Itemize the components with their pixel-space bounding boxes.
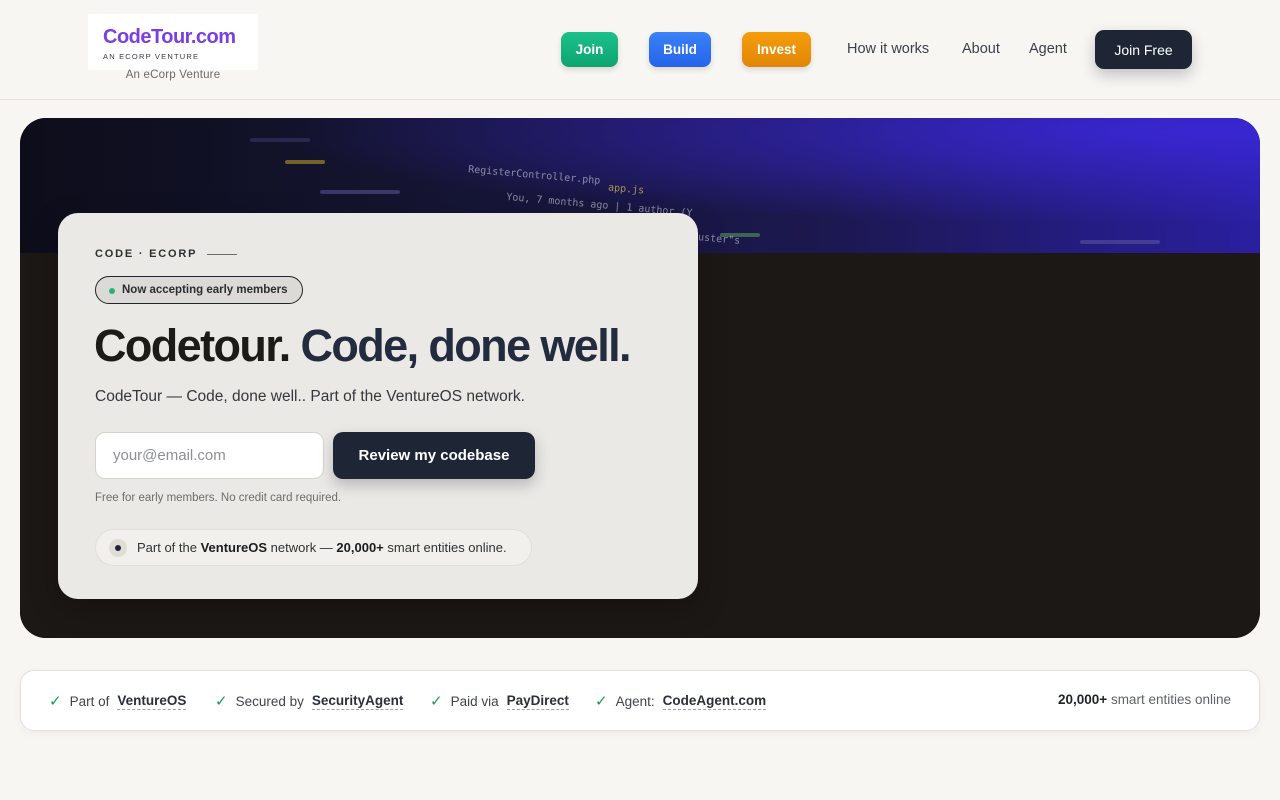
status-badge-label: Now accepting early members — [122, 284, 288, 296]
network-brand: VentureOS — [200, 540, 268, 555]
trust-item: ✓ Secured by SecurityAgent — [215, 692, 404, 710]
build-button[interactable]: Build — [649, 32, 711, 67]
logo-wordmark: CodeTour.com — [103, 26, 236, 48]
entities-online-count: 20,000+ smart entities online — [1058, 692, 1231, 707]
review-codebase-button[interactable]: Review my codebase — [333, 432, 535, 479]
trust-link-paydirect[interactable]: PayDirect — [506, 693, 569, 710]
site-header: CodeTour.com AN ECORP VENTURE An eCorp V… — [0, 0, 1280, 100]
invest-button[interactable]: Invest — [742, 32, 811, 67]
network-count: 20,000+ — [336, 540, 384, 555]
email-field[interactable] — [95, 432, 324, 479]
trust-link-ventureos[interactable]: VentureOS — [117, 693, 187, 710]
nav-about[interactable]: About — [962, 41, 1000, 57]
trust-item: ✓ Agent: CodeAgent.com — [595, 692, 767, 710]
check-icon: ✓ — [49, 693, 62, 710]
eyebrow-rule — [207, 253, 238, 255]
headline-main: Codetour. — [94, 320, 291, 371]
check-icon: ✓ — [595, 693, 608, 710]
eyebrow: CODE · ECORP — [95, 248, 238, 260]
trust-item: ✓ Paid via PayDirect — [430, 692, 569, 710]
trust-link-securityagent[interactable]: SecurityAgent — [311, 693, 404, 710]
nav-agent[interactable]: Agent — [1029, 41, 1067, 57]
hero-subcopy: CodeTour — Code, done well.. Part of the… — [95, 388, 525, 405]
network-dot-icon — [109, 539, 127, 557]
check-icon: ✓ — [215, 693, 228, 710]
status-dot-icon — [109, 288, 115, 294]
check-icon: ✓ — [430, 693, 443, 710]
signup-card: CODE · ECORP Now accepting early members… — [58, 213, 698, 599]
logo-caption: An eCorp Venture — [125, 69, 221, 81]
code-snippet: uster"s — [697, 232, 741, 247]
trust-item: ✓ Part of VentureOS — [49, 692, 187, 710]
code-snippet: app.js — [607, 182, 645, 197]
network-pill: Part of the VentureOS network — 20,000+ … — [95, 529, 532, 566]
status-badge: Now accepting early members — [95, 276, 303, 304]
join-free-button[interactable]: Join Free — [1095, 30, 1192, 69]
nav-how-it-works[interactable]: How it works — [847, 41, 929, 57]
hero-headline: Codetour. Code, done well. — [94, 320, 632, 372]
join-button[interactable]: Join — [561, 32, 618, 67]
trust-link-codeagent[interactable]: CodeAgent.com — [662, 693, 767, 710]
headline-accent: Code, done well. — [300, 320, 632, 371]
fineprint: Free for early members. No credit card r… — [95, 492, 342, 504]
code-snippet: RegisterController.php — [467, 164, 601, 187]
trust-bar: ✓ Part of VentureOS ✓ Secured by Securit… — [20, 670, 1260, 731]
logo-tagline: AN ECORP VENTURE — [103, 52, 200, 61]
logo[interactable]: CodeTour.com AN ECORP VENTURE — [88, 14, 258, 70]
